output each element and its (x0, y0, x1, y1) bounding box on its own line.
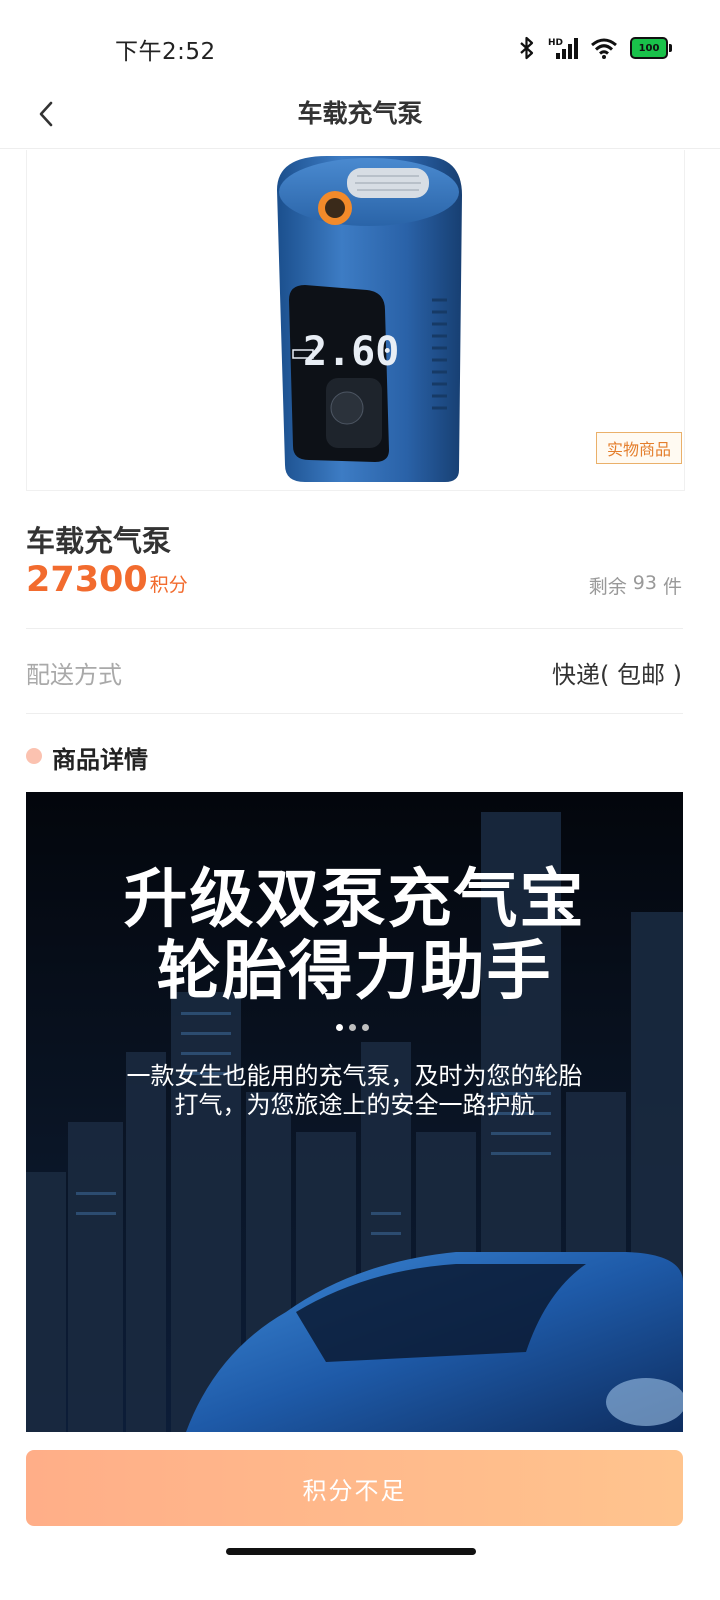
section-dot (26, 748, 42, 764)
divider (26, 628, 683, 629)
price-value: 27300 (26, 560, 148, 600)
banner-dot (336, 1024, 343, 1031)
svg-text:HD: HD (548, 38, 563, 48)
banner-subtitle-1: 一款女生也能用的充气泵，及时为您的轮胎 (126, 1062, 583, 1090)
bottom-bar: 积分不足 (0, 1432, 720, 1600)
nav-header: 车载充气泵 (0, 80, 720, 149)
price: 27300 积分 (26, 560, 188, 600)
stock-unit: 件 (662, 576, 682, 598)
redeem-button[interactable]: 积分不足 (26, 1450, 683, 1526)
delivery-label: 配送方式 (26, 661, 122, 689)
product-type-tag: 实物商品 (595, 432, 682, 464)
status-bar: 下午2:52 HD 100 (0, 0, 720, 90)
product-image[interactable]: 2.60 实物商品 (26, 150, 685, 491)
product-name: 车载充气泵 (26, 524, 172, 558)
banner-dot (349, 1024, 356, 1031)
stock-label: 剩余 (588, 576, 627, 598)
banner-headline-2: 轮胎得力助手 (156, 935, 553, 1009)
status-icons: HD 100 (518, 34, 672, 62)
page-title: 车载充气泵 (297, 99, 423, 128)
price-unit: 积分 (149, 574, 188, 596)
delivery-value: 快递( 包邮 ) (552, 661, 682, 689)
stock-remaining: 剩余 93 件 (589, 572, 682, 599)
banner-dots (336, 1024, 369, 1031)
air-pump-illustration: 2.60 (277, 156, 462, 482)
divider (26, 713, 683, 714)
home-indicator[interactable] (226, 1548, 476, 1555)
banner-subtitle-2: 打气，为您旅途上的安全一路护航 (174, 1091, 535, 1119)
battery-icon: 100 (630, 37, 672, 59)
bluetooth-icon (520, 36, 534, 60)
detail-banner-image: 升级双泵充气宝 轮胎得力助手 一款女生也能用的充气泵，及时为您的轮胎 打气，为您… (26, 792, 683, 1432)
wifi-icon (591, 38, 617, 59)
banner-dot (362, 1024, 369, 1031)
banner-headline-1: 升级双泵充气宝 (123, 863, 586, 937)
signal-icon: HD (548, 38, 578, 59)
details-title: 商品详情 (52, 746, 148, 774)
svg-text:2.60: 2.60 (303, 329, 399, 375)
stock-count: 93 (632, 572, 657, 594)
status-time: 下午2:52 (115, 39, 216, 65)
